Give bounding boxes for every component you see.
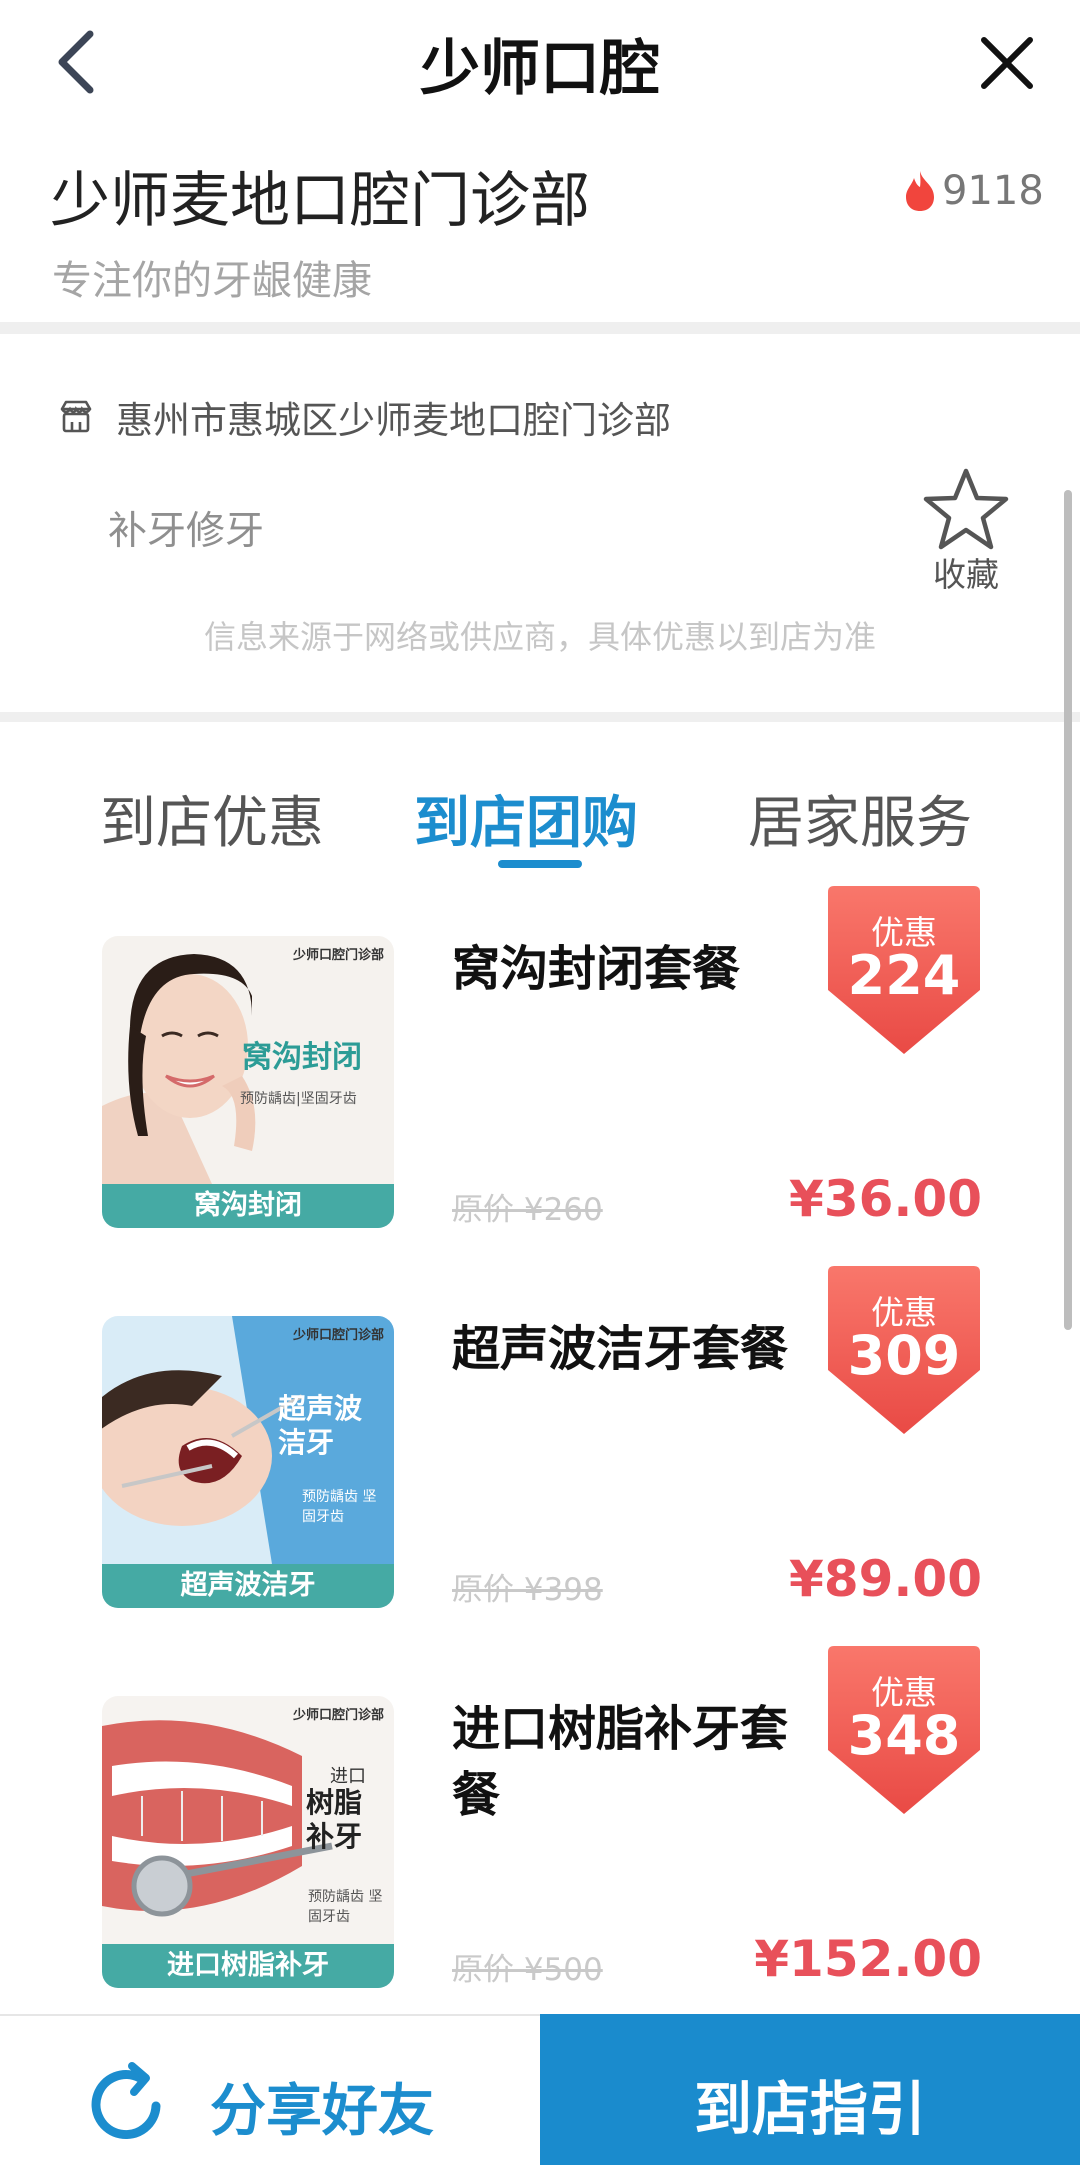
product-card[interactable]: 少师口腔门诊部 窝沟封闭 预防龋齿|坚固牙齿 窝沟封闭 窝沟封闭套餐 原价 ¥2… bbox=[0, 886, 1080, 1246]
store-guide-button[interactable]: 到店指引 bbox=[540, 2014, 1080, 2165]
product-thumbnail: 少师口腔门诊部 超声波洁牙 预防龋齿 坚固牙齿 超声波洁牙 bbox=[102, 1316, 394, 1608]
star-icon bbox=[923, 468, 1009, 550]
store-guide-label: 到店指引 bbox=[693, 2075, 926, 2143]
thumb-caption: 超声波洁牙 bbox=[102, 1564, 394, 1608]
thumb-subtext: 预防龋齿 坚固牙齿 bbox=[308, 1889, 383, 1925]
tab-bar: 到店优惠 到店团购 居家服务 bbox=[0, 778, 1080, 878]
discount-badge: 优惠 309 bbox=[828, 1266, 980, 1434]
clinic-address: 惠州市惠城区少师麦地口腔门诊部 bbox=[116, 399, 671, 442]
original-price: 原价 ¥260 bbox=[452, 1192, 603, 1228]
clinic-name: 少师麦地口腔门诊部 bbox=[50, 166, 590, 236]
close-icon[interactable] bbox=[978, 34, 1036, 92]
thumb-logo-text: 少师口腔门诊部 bbox=[292, 1708, 384, 1723]
product-thumbnail: 少师口腔门诊部 窝沟封闭 预防龋齿|坚固牙齿 窝沟封闭 bbox=[102, 936, 394, 1228]
product-card[interactable]: 少师口腔门诊部 进口 树脂补牙 预防龋齿 坚固牙齿 进口树脂补牙 进口树脂补牙套… bbox=[0, 1646, 1080, 2006]
clinic-slogan: 专注你的牙龈健康 bbox=[52, 258, 372, 304]
sale-price: ¥89.00 bbox=[789, 1550, 982, 1608]
tab-group-buy[interactable]: 到店团购 bbox=[414, 778, 638, 859]
section-divider bbox=[0, 712, 1080, 722]
page-title: 少师口腔 bbox=[420, 34, 660, 104]
thumb-caption: 窝沟封闭 bbox=[102, 1184, 394, 1228]
active-tab-indicator bbox=[498, 860, 582, 868]
product-thumbnail: 少师口腔门诊部 进口 树脂补牙 预防龋齿 坚固牙齿 进口树脂补牙 bbox=[102, 1696, 394, 1988]
original-price: 原价 ¥398 bbox=[452, 1572, 603, 1608]
product-card[interactable]: 少师口腔门诊部 超声波洁牙 预防龋齿 坚固牙齿 超声波洁牙 超声波洁牙套餐 原价… bbox=[0, 1266, 1080, 1626]
share-button[interactable]: 分享好友 bbox=[0, 2014, 540, 2165]
favorite-label: 收藏 bbox=[933, 555, 999, 594]
source-disclaimer: 信息来源于网络或供应商，具体优惠以到店为准 bbox=[203, 618, 876, 656]
flame-icon bbox=[906, 171, 934, 211]
share-arrow-icon bbox=[91, 2062, 161, 2140]
bottom-action-bar: 分享好友 到店指引 bbox=[0, 2014, 1080, 2165]
share-label: 分享好友 bbox=[210, 2079, 434, 2144]
thumb-subtext: 预防龋齿 坚固牙齿 bbox=[302, 1489, 377, 1525]
thumb-logo-text: 少师口腔门诊部 bbox=[292, 1328, 384, 1343]
badge-value: 224 bbox=[847, 944, 961, 1007]
thumb-headline: 窝沟封闭 bbox=[242, 1040, 362, 1075]
address-row[interactable]: 惠州市惠城区少师麦地口腔门诊部 bbox=[58, 392, 671, 442]
tab-home-service[interactable]: 居家服务 bbox=[748, 778, 972, 859]
popularity-count: 9118 bbox=[942, 168, 1044, 214]
thumb-headline: 树脂补牙 bbox=[306, 1786, 363, 1853]
thumb-headline-small: 进口 bbox=[330, 1766, 366, 1787]
scrollbar[interactable] bbox=[1064, 490, 1072, 1330]
discount-badge: 优惠 224 bbox=[828, 886, 980, 1054]
product-title: 窝沟封闭套餐 bbox=[452, 941, 741, 997]
badge-value: 348 bbox=[847, 1704, 961, 1767]
thumb-caption: 进口树脂补牙 bbox=[102, 1944, 394, 1988]
top-nav-bar: 少师口腔 bbox=[0, 0, 1080, 130]
sale-price: ¥36.00 bbox=[789, 1170, 982, 1228]
section-divider bbox=[0, 322, 1080, 334]
store-icon bbox=[60, 400, 92, 433]
badge-value: 309 bbox=[847, 1324, 961, 1387]
tab-in-store-offers[interactable]: 到店优惠 bbox=[100, 778, 324, 859]
original-price: 原价 ¥500 bbox=[452, 1952, 603, 1988]
popularity-indicator: 9118 bbox=[902, 166, 1044, 216]
sale-price: ¥152.00 bbox=[754, 1930, 982, 1988]
product-title: 超声波洁牙套餐 bbox=[452, 1321, 789, 1377]
service-tag: 补牙修牙 bbox=[108, 509, 265, 554]
discount-badge: 优惠 348 bbox=[828, 1646, 980, 1814]
thumb-subtext: 预防龋齿|坚固牙齿 bbox=[240, 1091, 357, 1107]
thumb-headline: 超声波洁牙 bbox=[278, 1392, 363, 1459]
product-title: 进口树脂补牙套餐 bbox=[452, 1701, 789, 1823]
thumb-logo-text: 少师口腔门诊部 bbox=[292, 948, 384, 963]
favorite-button[interactable]: 收藏 bbox=[918, 466, 1014, 596]
